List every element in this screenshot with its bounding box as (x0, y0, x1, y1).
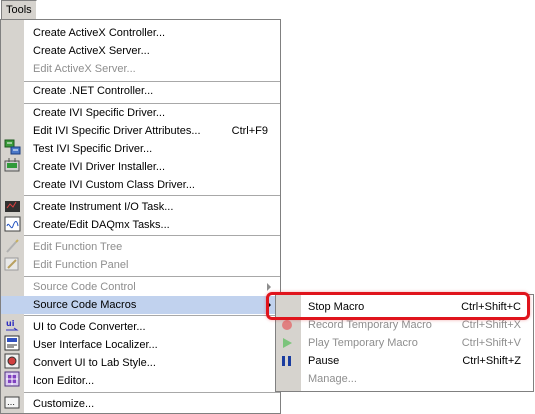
menu-item-label: Test IVI Specific Driver... (33, 143, 153, 155)
menu-separator (24, 235, 280, 236)
customize-icon: … (4, 395, 21, 411)
menu-item-label: Create IVI Specific Driver... (33, 107, 166, 119)
menu-item-label: User Interface Localizer... (33, 339, 158, 351)
submenu-item-shortcut: Ctrl+Shift+V (461, 337, 521, 349)
menu-item-label: Create ActiveX Controller... (33, 27, 166, 39)
function-panel-icon (4, 256, 21, 272)
stop-macro-callout-highlight (266, 292, 530, 320)
menu-item-create-activex-controller[interactable]: Create ActiveX Controller... (24, 24, 280, 42)
menu-item-user-interface-localizer[interactable]: User Interface Localizer... (24, 336, 280, 354)
tools-menu-button[interactable]: Tools (1, 0, 37, 19)
submenu-item-manage[interactable]: Manage... (276, 370, 533, 388)
menu-separator (24, 315, 280, 316)
submenu-item-play-temporary-macro[interactable]: Play Temporary Macro Ctrl+Shift+V (276, 334, 533, 352)
menu-item-label: Create .NET Controller... (33, 85, 154, 97)
menu-item-label: Create ActiveX Server... (33, 45, 150, 57)
menu-item-create-activex-server[interactable]: Create ActiveX Server... (24, 42, 280, 60)
menu-item-label: Edit ActiveX Server... (33, 63, 136, 75)
menu-item-label: Create IVI Custom Class Driver... (33, 179, 195, 191)
play-icon (281, 337, 293, 349)
menu-item-label: Edit Function Panel (33, 259, 129, 271)
driver-installer-icon (4, 157, 21, 173)
menu-item-create-ivi-driver-installer[interactable]: Create IVI Driver Installer... (24, 158, 280, 176)
submenu-item-label: Pause (308, 355, 340, 367)
menu-item-customize[interactable]: Customize... (24, 395, 280, 413)
menu-item-ui-to-code-converter[interactable]: UI to Code Converter... (24, 318, 280, 336)
menu-item-create-instrument-io-task[interactable]: Create Instrument I/O Task... (24, 198, 280, 216)
menu-bar: Tools (0, 0, 535, 19)
menu-item-icon-editor[interactable]: Icon Editor... (24, 372, 280, 390)
ui-to-code-icon: ui (4, 317, 21, 333)
menu-item-label: UI to Code Converter... (33, 321, 146, 333)
menu-item-label: Convert UI to Lab Style... (33, 357, 156, 369)
menu-item-convert-ui-to-lab-style[interactable]: Convert UI to Lab Style... (24, 354, 280, 372)
menu-item-label: Create IVI Driver Installer... (33, 161, 166, 173)
submenu-item-label: Play Temporary Macro (308, 337, 418, 349)
menu-item-label: Create Instrument I/O Task... (33, 201, 174, 213)
menu-item-label: Source Code Macros (33, 299, 137, 311)
submenu-item-shortcut: Ctrl+Shift+Z (462, 355, 521, 367)
menu-item-edit-function-panel[interactable]: Edit Function Panel (24, 256, 280, 274)
function-tree-icon (4, 238, 21, 254)
daqmx-icon (4, 216, 21, 232)
submenu-item-label: Manage... (308, 373, 357, 385)
icon-editor-icon (4, 371, 21, 387)
menu-item-create-edit-daqmx-tasks[interactable]: Create/Edit DAQmx Tasks... (24, 216, 280, 234)
pause-icon (281, 355, 293, 367)
submenu-item-label: Record Temporary Macro (308, 319, 432, 331)
menu-item-label: Edit Function Tree (33, 241, 123, 253)
instrument-io-icon (4, 198, 21, 214)
menu-item-source-code-control[interactable]: Source Code Control (24, 278, 280, 296)
submenu-arrow-icon (267, 283, 271, 291)
test-driver-icon (4, 139, 21, 155)
menu-item-label: Icon Editor... (33, 375, 95, 387)
menu-item-create-ivi-specific-driver[interactable]: Create IVI Specific Driver... (24, 104, 280, 122)
menu-item-create-net-controller[interactable]: Create .NET Controller... (24, 82, 280, 100)
menu-item-edit-ivi-driver-attributes[interactable]: Edit IVI Specific Driver Attributes... Ct… (24, 122, 280, 140)
lab-style-icon (4, 353, 21, 369)
menu-item-source-code-macros[interactable]: Source Code Macros (1, 296, 280, 314)
menu-separator (24, 392, 280, 393)
menu-item-label: Customize... (33, 398, 95, 410)
menu-item-test-ivi-specific-driver[interactable]: Test IVI Specific Driver... (24, 140, 280, 158)
menu-item-label: Edit IVI Specific Driver Attributes... (33, 125, 201, 137)
menu-item-shortcut: Ctrl+F9 (231, 125, 268, 137)
localizer-icon (4, 335, 21, 351)
menu-item-edit-function-tree[interactable]: Edit Function Tree (24, 238, 280, 256)
menu-item-edit-activex-server[interactable]: Edit ActiveX Server... (24, 60, 280, 78)
submenu-item-pause[interactable]: Pause Ctrl+Shift+Z (276, 352, 533, 370)
record-icon (281, 319, 293, 331)
menu-item-label: Source Code Control (33, 281, 136, 293)
menu-separator (24, 195, 280, 196)
menu-item-label: Create/Edit DAQmx Tasks... (33, 219, 170, 231)
svg-text:…: … (7, 398, 15, 407)
tools-dropdown-menu: Create ActiveX Controller... Create Acti… (0, 19, 281, 414)
menu-separator (24, 276, 280, 277)
menu-item-create-ivi-custom-class-driver[interactable]: Create IVI Custom Class Driver... (24, 176, 280, 194)
svg-text:ui: ui (6, 319, 15, 328)
tools-menu-label: Tools (6, 4, 32, 16)
